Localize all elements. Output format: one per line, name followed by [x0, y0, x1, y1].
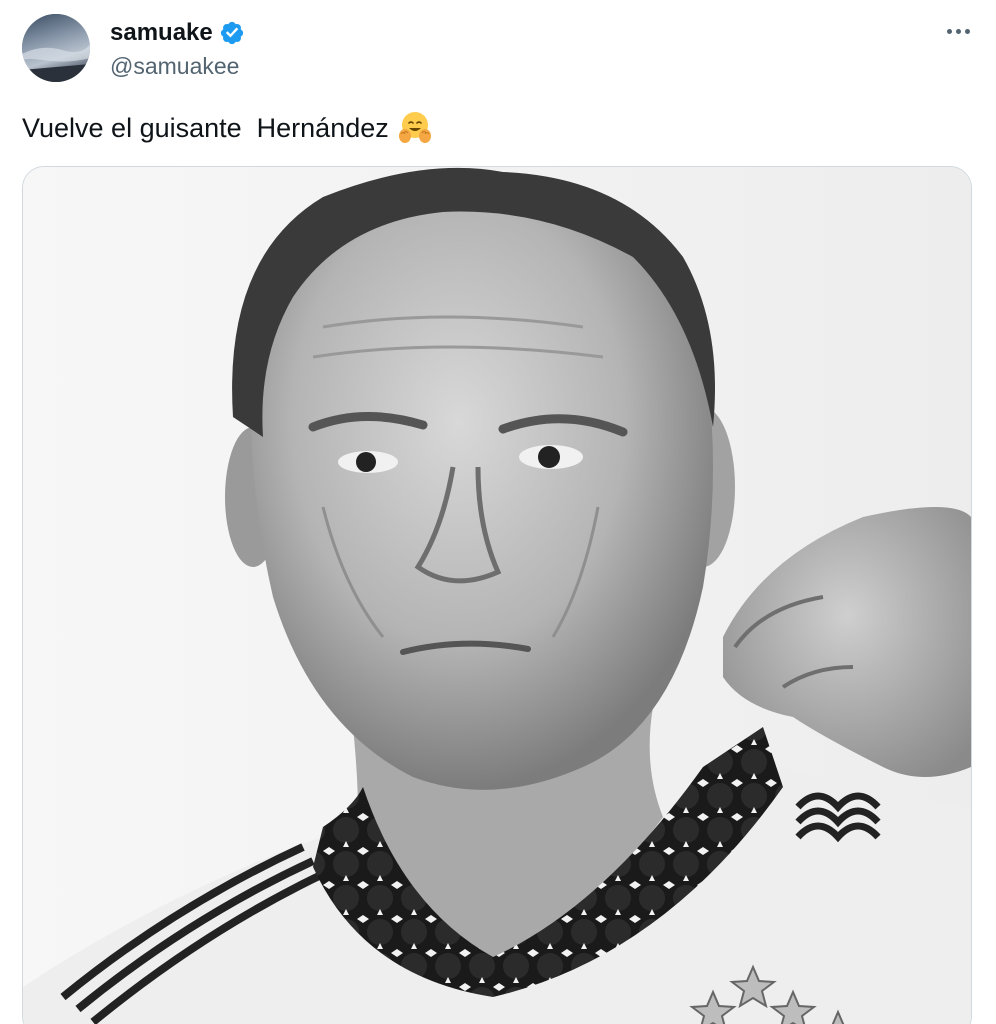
tweet-text-row: Vuelve el guisante Hernández — [22, 106, 433, 150]
display-name[interactable]: samuake — [110, 16, 213, 50]
tweet-photo[interactable] — [22, 166, 972, 1024]
author-handle[interactable]: @samuakee — [110, 51, 239, 81]
more-options-button[interactable] — [940, 16, 976, 46]
avatar[interactable] — [22, 14, 90, 82]
sky-avatar-icon — [22, 14, 90, 82]
portrait-photo-image — [23, 167, 971, 1024]
author-name-row: samuake — [110, 16, 245, 50]
tweet: samuake @samuakee Vuelve el guisante Her… — [0, 0, 996, 1024]
verified-badge-icon — [220, 21, 243, 45]
tweet-text: Vuelve el guisante Hernández — [22, 112, 389, 143]
ellipsis-icon — [946, 28, 952, 34]
hugging-face-emoji — [398, 112, 431, 143]
